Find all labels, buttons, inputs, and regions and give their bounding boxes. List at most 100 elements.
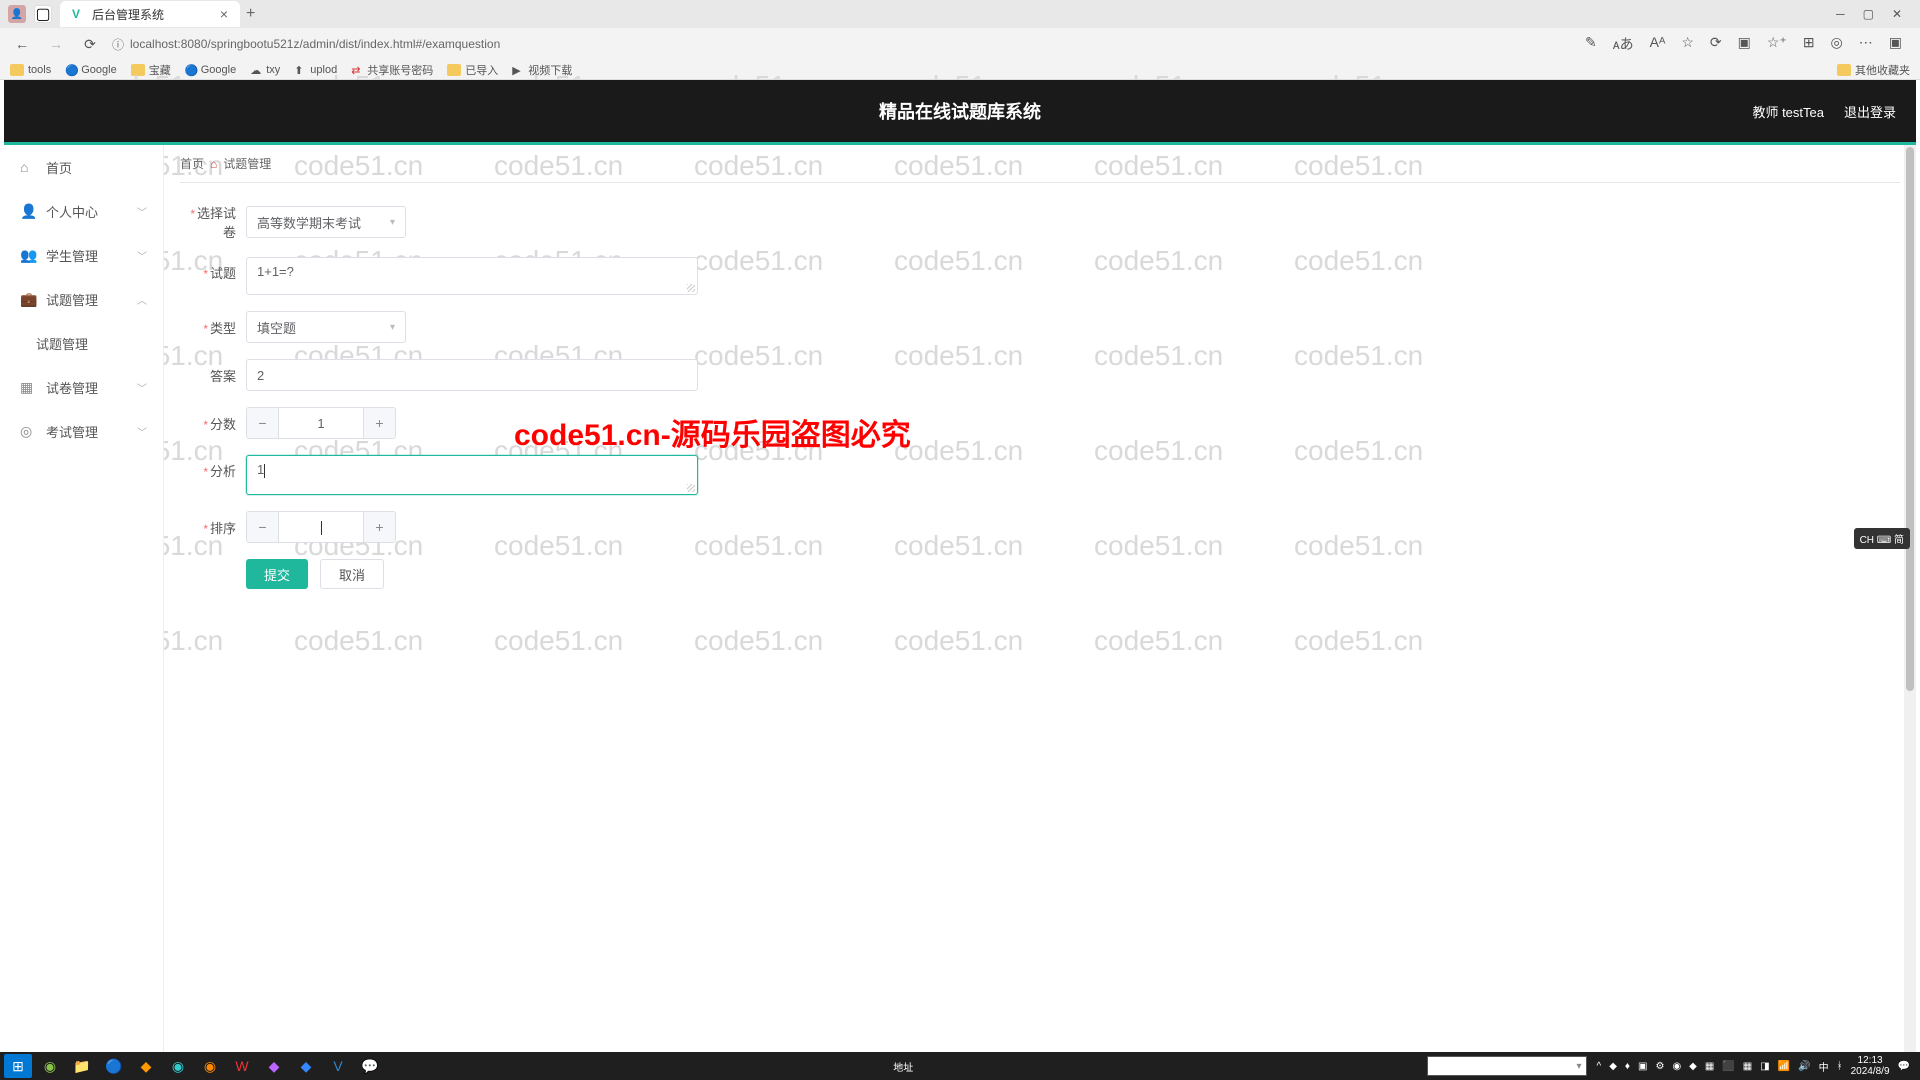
tray-item-icon[interactable]: ♦	[1625, 1061, 1630, 1072]
app3-icon[interactable]: ◆	[292, 1054, 320, 1078]
bookmark-item[interactable]: 🔵Google	[185, 64, 236, 76]
tray-ime-icon[interactable]: 中	[1819, 1059, 1829, 1074]
sidebar-item-student[interactable]: 👥学生管理﹀	[4, 233, 163, 277]
tray-volume-icon[interactable]: 🔊	[1798, 1061, 1810, 1072]
score-value[interactable]: 1	[279, 416, 363, 431]
tray-notify-icon[interactable]: 💬	[1898, 1061, 1910, 1072]
logout-link[interactable]: 退出登录	[1844, 102, 1896, 121]
tray-item-icon[interactable]: ◨	[1760, 1061, 1769, 1072]
bookmark-other-folder[interactable]: 其他收藏夹	[1837, 62, 1910, 78]
tray-item-icon[interactable]: ▦	[1705, 1061, 1714, 1072]
order-value[interactable]	[279, 519, 363, 535]
bookmark-folder[interactable]: 已导入	[447, 62, 498, 78]
sidebar-item-profile[interactable]: 👤个人中心﹀	[4, 189, 163, 233]
submit-button[interactable]: 提交	[246, 559, 308, 589]
maximize-icon[interactable]: ▢	[1863, 7, 1874, 21]
start-icon[interactable]: ⊞	[4, 1054, 32, 1078]
wechat-icon[interactable]: 💬	[356, 1054, 384, 1078]
textarea-analysis[interactable]: 1	[246, 455, 698, 495]
taskbar-addr-input[interactable]: ▾	[1427, 1056, 1587, 1076]
reader-icon[interactable]: Aᴬ	[1650, 34, 1666, 54]
tray-item-icon[interactable]: ◉	[1672, 1061, 1681, 1072]
tab-manager-icon[interactable]: ▢	[34, 5, 52, 23]
app-icon[interactable]: ◉	[36, 1054, 64, 1078]
bookmark-folder[interactable]: 宝藏	[131, 62, 171, 78]
chrome-icon[interactable]: 🔵	[100, 1054, 128, 1078]
sublime-icon[interactable]: ◆	[132, 1054, 160, 1078]
increment-button[interactable]: +	[363, 408, 395, 438]
back-icon[interactable]: ←	[10, 36, 34, 52]
select-type[interactable]: 填空题▾	[246, 311, 406, 343]
ext2-icon[interactable]: ◎	[1831, 34, 1843, 54]
url-input[interactable]: ⓘ localhost:8080/springbootu521z/admin/d…	[112, 36, 1567, 53]
ide-icon[interactable]: ◆	[260, 1054, 288, 1078]
select-paper[interactable]: 高等数学期末考试▾	[246, 206, 406, 238]
tray-item-icon[interactable]: ▣	[1638, 1061, 1647, 1072]
sidebar-item-paper[interactable]: ▦试卷管理﹀	[4, 365, 163, 409]
tray-item-icon[interactable]: ▦	[1743, 1061, 1752, 1072]
app2-icon[interactable]: ◉	[196, 1054, 224, 1078]
sidebar-item-home[interactable]: ⌂首页	[4, 145, 163, 189]
addfav-icon[interactable]: ☆⁺	[1767, 34, 1787, 54]
extensions-icon[interactable]: ⊞	[1803, 34, 1815, 54]
new-tab-icon[interactable]: +	[246, 5, 255, 23]
bookmark-item[interactable]: ▶视频下载	[512, 62, 572, 78]
edge-icon[interactable]: ◉	[164, 1054, 192, 1078]
bookmark-item[interactable]: ☁txy	[250, 64, 280, 76]
bookmark-item[interactable]: 🔵Google	[65, 64, 116, 76]
tray-item-icon[interactable]: ⚙	[1655, 1061, 1664, 1072]
translate-icon[interactable]: ᴀあ	[1613, 34, 1634, 54]
decrement-button[interactable]: −	[247, 408, 279, 438]
increment-button[interactable]: +	[363, 512, 395, 542]
edit-icon[interactable]: ✎	[1585, 34, 1597, 54]
forward-icon[interactable]: →	[44, 36, 68, 52]
bookmark-item[interactable]: ⇄共享账号密码	[351, 62, 433, 78]
user-label[interactable]: 教师 testTea	[1752, 102, 1824, 121]
number-order[interactable]: − +	[246, 511, 396, 543]
tray-item-icon[interactable]: ⬛	[1722, 1061, 1734, 1072]
cancel-button[interactable]: 取消	[320, 559, 384, 589]
row-analysis: *分析 1	[180, 455, 1900, 495]
window-controls: ─ ▢ ✕	[1836, 7, 1912, 21]
profile-icon[interactable]: 👤	[8, 5, 26, 23]
tray-clock[interactable]: 12:13 2024/8/9	[1851, 1055, 1890, 1077]
tray-item-icon[interactable]: ◆	[1689, 1061, 1697, 1072]
minimize-icon[interactable]: ─	[1836, 7, 1845, 21]
collections-icon[interactable]: ▣	[1738, 34, 1751, 54]
tab-title: 后台管理系统	[92, 6, 164, 23]
bookmark-folder[interactable]: tools	[10, 64, 51, 76]
favorite-icon[interactable]: ☆	[1681, 34, 1694, 54]
refresh-icon[interactable]: ⟳	[78, 36, 102, 53]
sidebar-subitem-question[interactable]: 试题管理	[4, 321, 163, 365]
textarea-question[interactable]: 1+1=?	[246, 257, 698, 295]
tray-wifi-icon[interactable]: 📶	[1778, 1061, 1790, 1072]
scrollbar-track[interactable]	[1904, 145, 1916, 1052]
explorer-icon[interactable]: 📁	[68, 1054, 96, 1078]
browser-tab[interactable]: V 后台管理系统 ×	[60, 1, 240, 27]
sidebar-item-question[interactable]: 💼试题管理︿	[4, 277, 163, 321]
ime-indicator[interactable]: CH ⌨ 简	[1854, 528, 1910, 549]
app4-icon[interactable]: V	[324, 1054, 352, 1078]
resize-handle-icon[interactable]	[687, 284, 695, 292]
bookmark-item[interactable]: ⬆uplod	[294, 64, 337, 76]
close-window-icon[interactable]: ✕	[1892, 7, 1902, 21]
tab-close-icon[interactable]: ×	[220, 6, 228, 22]
scrollbar-thumb[interactable]	[1906, 147, 1914, 691]
layout: ⌂首页 👤个人中心﹀ 👥学生管理﹀ 💼试题管理︿ 试题管理 ▦试卷管理﹀ ◎考试…	[4, 145, 1916, 1052]
sidebar-icon[interactable]: ▣	[1889, 34, 1902, 54]
group-icon: 👥	[20, 247, 36, 264]
tray-bt-icon[interactable]: ᚼ	[1837, 1061, 1843, 1072]
sidebar-item-exam[interactable]: ◎考试管理﹀	[4, 409, 163, 453]
sync-icon[interactable]: ⟳	[1710, 34, 1722, 54]
resize-handle-icon[interactable]	[687, 484, 695, 492]
input-answer[interactable]	[246, 359, 698, 391]
breadcrumb-home[interactable]: 首页	[180, 155, 204, 172]
wps-icon[interactable]: W	[228, 1054, 256, 1078]
video-icon: ▶	[512, 64, 524, 76]
tray-item-icon[interactable]: ◆	[1609, 1061, 1617, 1072]
tray-arrow-icon[interactable]: ^	[1597, 1061, 1602, 1072]
briefcase-icon: 💼	[20, 291, 36, 308]
decrement-button[interactable]: −	[247, 512, 279, 542]
more-icon[interactable]: ⋯	[1859, 34, 1873, 54]
number-score[interactable]: − 1 +	[246, 407, 396, 439]
